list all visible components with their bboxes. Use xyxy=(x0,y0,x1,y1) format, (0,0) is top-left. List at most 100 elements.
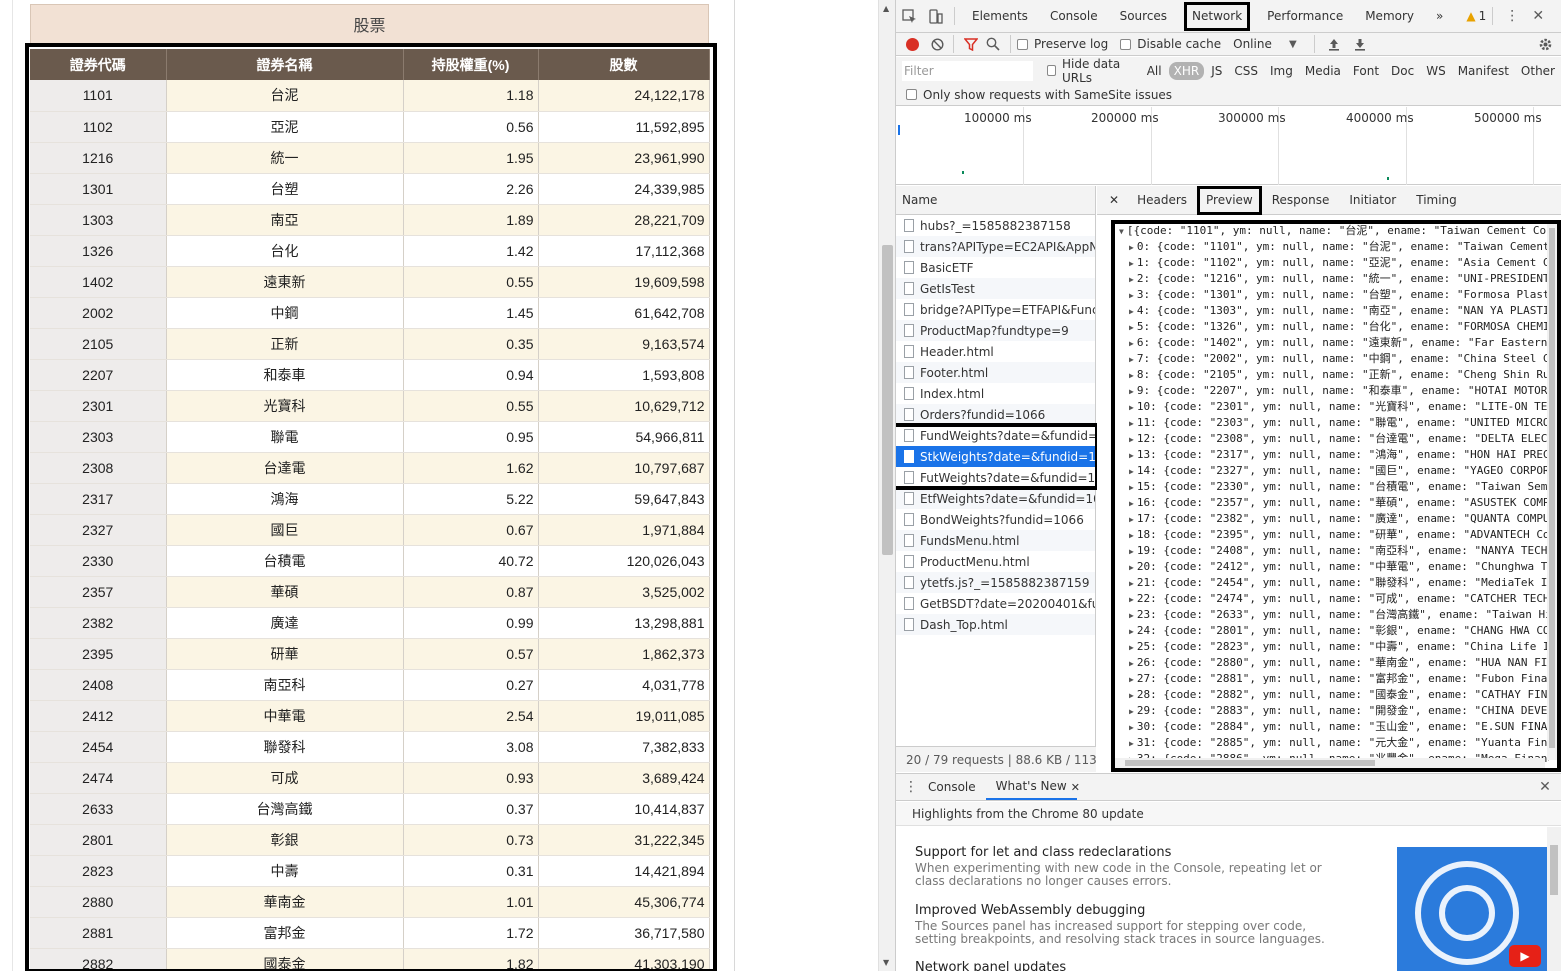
type-filter-doc[interactable]: Doc xyxy=(1386,62,1419,80)
drawer-tab[interactable]: Console xyxy=(918,774,986,800)
request-name[interactable]: bridge?APIType=ETFAPI&Func... xyxy=(920,303,1095,317)
close-tab-icon[interactable]: ✕ xyxy=(1071,781,1080,794)
tab-performance[interactable]: Performance xyxy=(1256,0,1354,33)
samesite-checkbox[interactable]: Only show requests with SameSite issues xyxy=(906,88,1172,102)
request-name[interactable]: Dash_Top.html xyxy=(920,618,1008,632)
chevron-down-icon[interactable]: ▼ xyxy=(1278,31,1308,57)
checkbox-box[interactable] xyxy=(1120,38,1132,50)
checkbox-box[interactable] xyxy=(906,89,917,100)
expand-triangle-icon[interactable]: ▶ xyxy=(1129,323,1134,332)
checkbox-box[interactable] xyxy=(1046,65,1056,76)
preview-line[interactable]: ▶ 21: {code: "2454", ym: null, name: "聯發科… xyxy=(1119,575,1549,591)
hide-data-urls-label[interactable]: Hide data URLs xyxy=(1062,57,1136,85)
request-row[interactable]: Header.html xyxy=(896,341,1095,362)
preview-line[interactable]: ▶ 8: {code: "2105", ym: null, name: "正新",… xyxy=(1119,367,1549,383)
preview-line[interactable]: ▶ 13: {code: "2317", ym: null, name: "鴻海"… xyxy=(1119,447,1549,463)
expand-triangle-icon[interactable]: ▶ xyxy=(1129,403,1134,412)
expand-triangle-icon[interactable]: ▶ xyxy=(1129,643,1134,652)
warning-icon[interactable]: ▲ xyxy=(1466,9,1475,23)
hide-data-urls-checkbox[interactable]: Hide data URLs xyxy=(1046,57,1136,85)
youtube-play-icon[interactable]: ▶ xyxy=(1509,945,1541,967)
expand-triangle-icon[interactable]: ▶ xyxy=(1129,675,1134,684)
request-name[interactable]: EtfWeights?date=&fundid=10... xyxy=(920,492,1095,506)
expand-triangle-icon[interactable]: ▶ xyxy=(1129,707,1134,716)
request-row[interactable]: Index.html xyxy=(896,383,1095,404)
request-name[interactable]: GetBSDT?date=20200401&fu... xyxy=(920,597,1095,611)
preview-line[interactable]: ▶ 14: {code: "2327", ym: null, name: "國巨"… xyxy=(1119,463,1549,479)
tab-elements[interactable]: Elements xyxy=(961,0,1039,33)
scroll-up-icon[interactable]: ▲ xyxy=(883,4,889,13)
request-row[interactable]: ProductMap?fundtype=9 xyxy=(896,320,1095,341)
preview-root-line[interactable]: ▼ [{code: "1101", ym: null, name: "台泥", e… xyxy=(1119,224,1549,239)
collapse-triangle-icon[interactable]: ▼ xyxy=(1119,227,1124,236)
expand-triangle-icon[interactable]: ▶ xyxy=(1129,611,1134,620)
preview-line[interactable]: ▶ 15: {code: "2330", ym: null, name: "台積電… xyxy=(1119,479,1549,495)
expand-triangle-icon[interactable]: ▶ xyxy=(1129,435,1134,444)
preserve-log-checkbox[interactable]: Preserve log xyxy=(1017,37,1108,51)
device-toolbar-icon[interactable] xyxy=(922,3,948,29)
expand-triangle-icon[interactable]: ▶ xyxy=(1129,259,1134,268)
preview-line[interactable]: ▶ 12: {code: "2308", ym: null, name: "台達電… xyxy=(1119,431,1549,447)
expand-triangle-icon[interactable]: ▶ xyxy=(1129,579,1134,588)
preview-line[interactable]: ▶ 4: {code: "1303", ym: null, name: "南亞",… xyxy=(1119,303,1549,319)
news-title[interactable]: Improved WebAssembly debugging xyxy=(915,903,1345,918)
preview-hscrollbar[interactable] xyxy=(1115,758,1545,768)
preview-line[interactable]: ▶ 1: {code: "1102", ym: null, name: "亞泥",… xyxy=(1119,255,1549,271)
type-filter-js[interactable]: JS xyxy=(1206,62,1227,80)
request-row[interactable]: EtfWeights?date=&fundid=10... xyxy=(896,488,1095,509)
news-item[interactable]: Network panel updates xyxy=(915,960,1345,971)
scrollbar-thumb[interactable] xyxy=(1125,760,1375,766)
preview-line[interactable]: ▶ 5: {code: "1326", ym: null, name: "台化",… xyxy=(1119,319,1549,335)
preview-line[interactable]: ▶ 16: {code: "2357", ym: null, name: "華碩"… xyxy=(1119,495,1549,511)
expand-triangle-icon[interactable]: ▶ xyxy=(1129,291,1134,300)
close-devtools-icon[interactable]: ✕ xyxy=(1525,3,1551,29)
request-name[interactable]: Footer.html xyxy=(920,366,988,380)
preview-line[interactable]: ▶ 6: {code: "1402", ym: null, name: "遠東新"… xyxy=(1119,335,1549,351)
detail-tab-timing[interactable]: Timing xyxy=(1406,186,1467,215)
preview-line[interactable]: ▶ 30: {code: "2884", ym: null, name: "玉山金… xyxy=(1119,719,1549,735)
preserve-log-label[interactable]: Preserve log xyxy=(1034,37,1108,51)
type-filter-all[interactable]: All xyxy=(1142,62,1167,80)
request-row[interactable]: hubs?_=1585882387158 xyxy=(896,215,1095,236)
expand-triangle-icon[interactable]: ▶ xyxy=(1129,275,1134,284)
request-name[interactable]: Index.html xyxy=(920,387,984,401)
warning-count[interactable]: 1 xyxy=(1479,9,1487,23)
type-filter-img[interactable]: Img xyxy=(1265,62,1298,80)
type-filter-other[interactable]: Other xyxy=(1516,62,1560,80)
tab-console[interactable]: Console xyxy=(1039,0,1109,33)
more-tabs-button[interactable]: » xyxy=(1425,0,1454,33)
whats-new-video-thumbnail[interactable]: ▶ xyxy=(1397,847,1547,971)
type-filter-manifest[interactable]: Manifest xyxy=(1453,62,1514,80)
request-name[interactable]: FundsMenu.html xyxy=(920,534,1019,548)
preview-line[interactable]: ▶ 17: {code: "2382", ym: null, name: "廣達"… xyxy=(1119,511,1549,527)
scrollbar-thumb[interactable] xyxy=(1550,845,1558,895)
expand-triangle-icon[interactable]: ▶ xyxy=(1129,355,1134,364)
preview-line[interactable]: ▶ 22: {code: "2474", ym: null, name: "可成"… xyxy=(1119,591,1549,607)
export-har-icon[interactable] xyxy=(1347,31,1373,57)
request-name[interactable]: Orders?fundid=1066 xyxy=(920,408,1045,422)
expand-triangle-icon[interactable]: ▶ xyxy=(1129,483,1134,492)
detail-tab-preview[interactable]: Preview xyxy=(1197,185,1262,215)
scrollbar-thumb[interactable] xyxy=(1549,228,1555,748)
drawer-tab[interactable]: What's New xyxy=(985,774,1077,800)
preview-line[interactable]: ▶ 24: {code: "2801", ym: null, name: "彰銀"… xyxy=(1119,623,1549,639)
type-filter-ws[interactable]: WS xyxy=(1421,62,1450,80)
checkbox-box[interactable] xyxy=(1017,38,1028,50)
network-overview-timeline[interactable]: 100000 ms 200000 ms 300000 ms 400000 ms … xyxy=(896,107,1561,185)
name-column-header[interactable]: Name xyxy=(896,186,1095,215)
preview-line[interactable]: ▶ 2: {code: "1216", ym: null, name: "統一",… xyxy=(1119,271,1549,287)
preview-line[interactable]: ▶ 20: {code: "2412", ym: null, name: "中華電… xyxy=(1119,559,1549,575)
request-name[interactable]: ProductMap?fundtype=9 xyxy=(920,324,1069,338)
response-preview[interactable]: ▼ [{code: "1101", ym: null, name: "台泥", e… xyxy=(1111,220,1561,772)
request-row[interactable]: FundsMenu.html xyxy=(896,530,1095,551)
samesite-label[interactable]: Only show requests with SameSite issues xyxy=(923,88,1172,102)
request-row[interactable]: trans?APIType=EC2API&AppN... xyxy=(896,236,1095,257)
expand-triangle-icon[interactable]: ▶ xyxy=(1129,339,1134,348)
detail-tab-response[interactable]: Response xyxy=(1262,186,1340,215)
expand-triangle-icon[interactable]: ▶ xyxy=(1129,451,1134,460)
type-filter-media[interactable]: Media xyxy=(1300,62,1346,80)
detail-tab-headers[interactable]: Headers xyxy=(1127,186,1197,215)
tab-memory[interactable]: Memory xyxy=(1354,0,1425,33)
preview-line[interactable]: ▶ 23: {code: "2633", ym: null, name: "台灣高… xyxy=(1119,607,1549,623)
request-name[interactable]: Header.html xyxy=(920,345,994,359)
